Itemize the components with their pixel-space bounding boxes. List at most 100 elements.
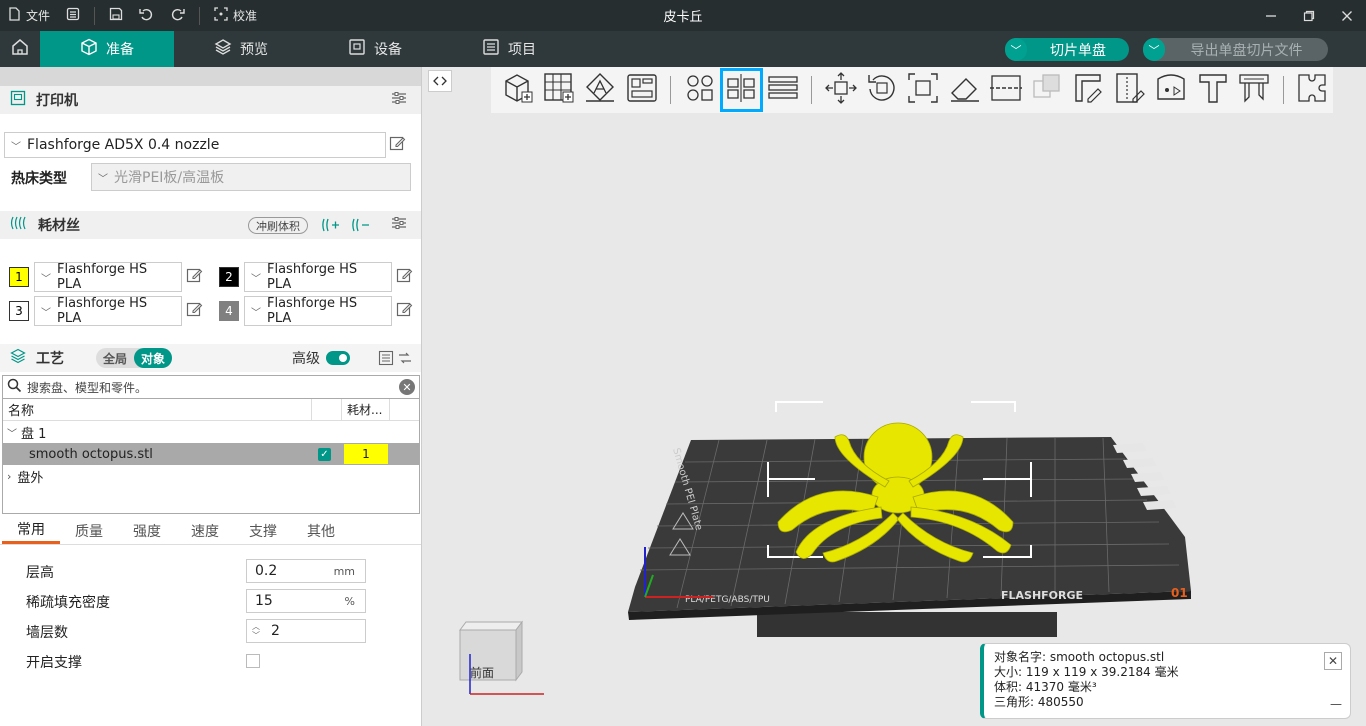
process-section-header: 工艺 全局 对象 高级: [0, 344, 421, 372]
tab-other[interactable]: 其他: [292, 517, 350, 544]
edit-filament-1-icon[interactable]: [186, 267, 203, 288]
list-icon: [482, 38, 500, 60]
object-size-line: 大小: 119 x 119 x 39.2184 毫米: [994, 665, 1179, 679]
view-cube-front-label: 前面: [470, 666, 495, 680]
3d-viewport[interactable]: Smooth PEI Plate PLA/PETG/ABS/TPU FLASHF…: [423, 67, 1366, 726]
calibrate-menu[interactable]: 校准: [206, 0, 265, 31]
filament-slot-4-select[interactable]: ﹀ Flashforge HS PLA: [244, 296, 392, 326]
stepper-arrows-icon[interactable]: ︿ ﹀: [252, 622, 260, 640]
filament-slot-1-select[interactable]: ﹀ Flashforge HS PLA: [34, 262, 182, 292]
build-plate-scene[interactable]: Smooth PEI Plate PLA/PETG/ABS/TPU FLASHF…: [423, 67, 1366, 726]
add-filament-icon[interactable]: [322, 217, 340, 237]
file-icon: [8, 7, 21, 24]
export-sliced-file-button[interactable]: ﹀ 导出单盘切片文件: [1143, 38, 1328, 61]
clear-search-icon[interactable]: ✕: [399, 379, 415, 395]
chevron-down-icon[interactable]: ﹀: [7, 425, 17, 440]
tree-plate-row[interactable]: ﹀ 盘 1: [3, 421, 419, 443]
chevron-down-icon: ﹀: [41, 307, 51, 319]
tab-project-label: 项目: [508, 42, 536, 58]
global-option[interactable]: 全局: [96, 348, 134, 368]
search-placeholder: 搜索盘、模型和零件。: [27, 380, 148, 395]
redo-button[interactable]: [162, 0, 193, 31]
tab-common[interactable]: 常用: [2, 517, 60, 544]
title-separator: [94, 6, 96, 25]
minimize-button[interactable]: [1252, 0, 1290, 31]
chevron-down-icon: ﹀: [11, 141, 21, 153]
undo-icon: [139, 7, 154, 24]
slice-plate-button[interactable]: ﹀ 切片单盘: [1005, 38, 1129, 61]
settings-sliders-icon[interactable]: [391, 215, 407, 235]
printer-icon: [10, 90, 26, 110]
calibrate-icon: [214, 7, 228, 24]
column-divider: [341, 399, 342, 421]
chevron-down-icon[interactable]: ﹀: [1005, 38, 1027, 61]
filament-section-header: 耗材丝 冲刷体积: [0, 211, 421, 239]
object-visible-checkbox[interactable]: ✓: [318, 447, 331, 461]
flush-volume-button[interactable]: 冲刷体积: [248, 217, 308, 234]
app-title: 皮卡丘: [663, 10, 703, 25]
title-separator: [199, 6, 201, 25]
enable-support-checkbox[interactable]: [246, 654, 260, 668]
view-cube[interactable]: 前面: [454, 620, 544, 702]
tab-preview[interactable]: 预览: [174, 31, 308, 67]
edit-filament-4-icon[interactable]: [396, 301, 413, 322]
object-filament-cell[interactable]: 1: [344, 444, 388, 464]
close-button[interactable]: [1328, 0, 1366, 31]
undo-button[interactable]: [131, 0, 162, 31]
object-search-input[interactable]: 搜索盘、模型和零件。 ✕: [2, 375, 420, 399]
redo-icon: [170, 7, 185, 24]
printer-select[interactable]: ﹀ Flashforge AD5X 0.4 nozzle: [4, 132, 386, 158]
save-button[interactable]: [101, 0, 131, 31]
filament-section-title: 耗材丝: [38, 218, 80, 234]
params-list-icon[interactable]: [378, 350, 394, 370]
advanced-switch[interactable]: [326, 351, 350, 365]
filament-slot-3-select[interactable]: ﹀ Flashforge HS PLA: [34, 296, 182, 326]
collapse-icon[interactable]: —: [1330, 697, 1342, 712]
filament-slot-2-number: 2: [219, 267, 239, 287]
infill-density-input[interactable]: 15 %: [246, 589, 366, 613]
edit-filament-3-icon[interactable]: [186, 301, 203, 322]
cube-icon: [80, 38, 98, 60]
plate-brand-text: FLASHFORGE: [1001, 589, 1083, 602]
tab-support[interactable]: 支撑: [234, 517, 292, 544]
close-icon[interactable]: ✕: [1324, 652, 1342, 670]
column-divider: [389, 399, 390, 421]
search-icon: [7, 378, 22, 396]
edit-filament-2-icon[interactable]: [396, 267, 413, 288]
tab-strength[interactable]: 强度: [118, 517, 176, 544]
wall-loops-stepper[interactable]: ︿ ﹀ 2: [246, 619, 366, 643]
object-triangles-line: 三角形: 480550: [994, 695, 1084, 709]
printer-section-header: 打印机: [0, 86, 421, 114]
file-menu-label: 文件: [26, 9, 51, 23]
device-icon: [348, 38, 366, 60]
tab-prepare[interactable]: 准备: [40, 31, 174, 67]
tab-speed[interactable]: 速度: [176, 517, 234, 544]
filament-slot-2-select[interactable]: ﹀ Flashforge HS PLA: [244, 262, 392, 292]
settings-sliders-icon[interactable]: [391, 90, 407, 110]
advanced-label: 高级: [292, 351, 320, 367]
tree-object-row[interactable]: smooth octopus.stl ✓ 1: [3, 443, 419, 465]
object-option[interactable]: 对象: [134, 348, 173, 368]
menu-button[interactable]: [58, 0, 88, 31]
tab-device[interactable]: 设备: [308, 31, 442, 67]
chevron-down-icon: ﹀: [41, 273, 51, 285]
compare-icon[interactable]: [397, 350, 413, 370]
chevron-down-icon[interactable]: ﹀: [1143, 38, 1165, 61]
layer-height-input[interactable]: 0.2 mm: [246, 559, 366, 583]
tab-project[interactable]: 项目: [442, 31, 576, 67]
file-menu[interactable]: 文件: [0, 0, 58, 31]
infill-density-label: 稀疏填充密度: [26, 595, 110, 611]
home-button[interactable]: [0, 31, 40, 67]
remove-filament-icon[interactable]: [352, 217, 370, 237]
edit-printer-icon[interactable]: [389, 135, 406, 156]
object-label: smooth octopus.stl: [29, 446, 153, 462]
tree-outside-row[interactable]: › 盘外: [3, 465, 419, 487]
maximize-button[interactable]: [1290, 0, 1328, 31]
plate-number-text: 01: [1171, 586, 1188, 600]
chevron-right-icon[interactable]: ›: [7, 470, 11, 483]
layer-height-unit: mm: [333, 564, 355, 578]
tab-preview-label: 预览: [240, 42, 268, 58]
tab-quality[interactable]: 质量: [60, 517, 118, 544]
global-object-toggle[interactable]: 全局 对象: [96, 348, 173, 368]
param-tabs: 常用 质量 强度 速度 支撑 其他: [0, 517, 421, 545]
